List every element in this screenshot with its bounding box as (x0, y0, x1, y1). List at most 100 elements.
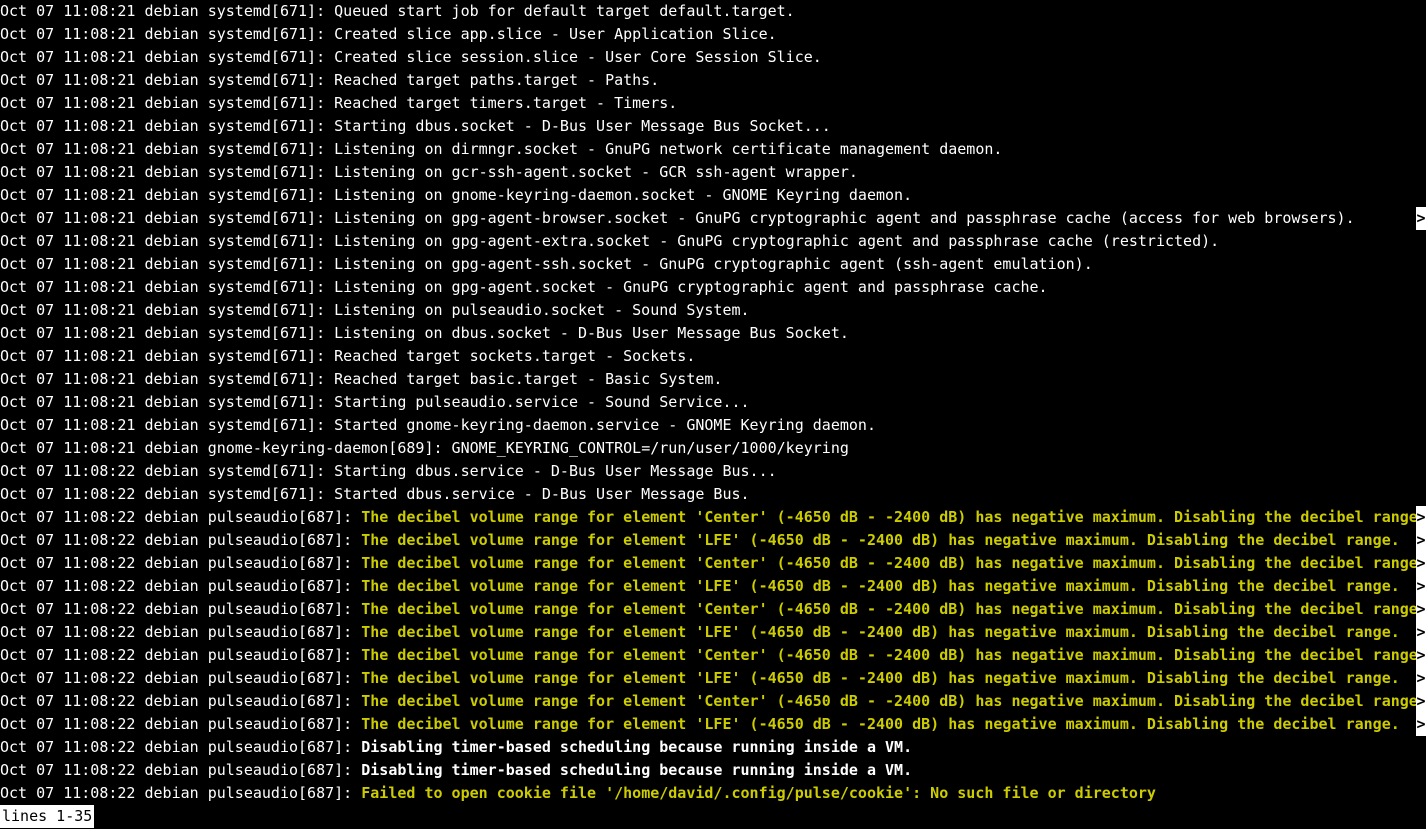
log-line: Oct 07 11:08:21 debian systemd[671]: Lis… (0, 299, 1426, 322)
log-line: Oct 07 11:08:22 debian pulseaudio[687]: … (0, 598, 1426, 621)
log-message: The decibel volume range for element 'Ce… (361, 692, 1426, 710)
log-message: Listening on dbus.socket - D-Bus User Me… (334, 324, 849, 342)
log-message: Created slice app.slice - User Applicati… (334, 25, 777, 43)
log-line: Oct 07 11:08:22 debian pulseaudio[687]: … (0, 575, 1426, 598)
log-message: Listening on gpg-agent-extra.socket - Gn… (334, 232, 1219, 250)
overflow-indicator-icon: > (1416, 621, 1426, 644)
log-message: The decibel volume range for element 'LF… (361, 531, 1400, 549)
log-message: Created slice session.slice - User Core … (334, 48, 822, 66)
log-line: Oct 07 11:08:21 debian systemd[671]: Lis… (0, 161, 1426, 184)
log-line: Oct 07 11:08:21 debian systemd[671]: Rea… (0, 345, 1426, 368)
log-message: Listening on pulseaudio.socket - Sound S… (334, 301, 749, 319)
overflow-indicator-icon: > (1416, 690, 1426, 713)
log-prefix: Oct 07 11:08:21 debian systemd[671]: (0, 140, 334, 158)
log-prefix: Oct 07 11:08:22 debian pulseaudio[687]: (0, 715, 361, 733)
terminal-output[interactable]: Oct 07 11:08:21 debian systemd[671]: Que… (0, 0, 1426, 829)
log-message: Starting dbus.service - D-Bus User Messa… (334, 462, 777, 480)
log-message: Listening on gpg-agent-ssh.socket - GnuP… (334, 255, 1093, 273)
log-prefix: Oct 07 11:08:22 debian pulseaudio[687]: (0, 554, 361, 572)
log-line: Oct 07 11:08:21 debian systemd[671]: Lis… (0, 276, 1426, 299)
log-prefix: Oct 07 11:08:22 debian pulseaudio[687]: (0, 761, 361, 779)
log-message: Listening on gpg-agent.socket - GnuPG cr… (334, 278, 1047, 296)
log-message: Failed to open cookie file '/home/david/… (361, 784, 1156, 802)
log-line: Oct 07 11:08:22 debian systemd[671]: Sta… (0, 483, 1426, 506)
log-message: Listening on gnome-keyring-daemon.socket… (334, 186, 912, 204)
log-message: Listening on gpg-agent-browser.socket - … (334, 209, 1354, 227)
overflow-indicator-icon: > (1416, 598, 1426, 621)
overflow-indicator-icon: > (1416, 667, 1426, 690)
log-prefix: Oct 07 11:08:22 debian pulseaudio[687]: (0, 646, 361, 664)
overflow-indicator-icon: > (1416, 506, 1426, 529)
pager-status-line[interactable]: lines 1-35 (0, 805, 1426, 828)
log-message: The decibel volume range for element 'Ce… (361, 508, 1426, 526)
log-prefix: Oct 07 11:08:21 debian systemd[671]: (0, 278, 334, 296)
log-prefix: Oct 07 11:08:22 debian pulseaudio[687]: (0, 784, 361, 802)
log-prefix: Oct 07 11:08:21 debian systemd[671]: (0, 71, 334, 89)
log-prefix: Oct 07 11:08:21 debian systemd[671]: (0, 416, 334, 434)
log-prefix: Oct 07 11:08:21 debian systemd[671]: (0, 48, 334, 66)
log-prefix: Oct 07 11:08:21 debian systemd[671]: (0, 209, 334, 227)
log-message: The decibel volume range for element 'LF… (361, 577, 1400, 595)
log-prefix: Oct 07 11:08:21 debian systemd[671]: (0, 2, 334, 20)
log-prefix: Oct 07 11:08:22 debian pulseaudio[687]: (0, 692, 361, 710)
log-line: Oct 07 11:08:21 debian systemd[671]: Sta… (0, 115, 1426, 138)
log-line: Oct 07 11:08:22 debian pulseaudio[687]: … (0, 621, 1426, 644)
log-line: Oct 07 11:08:21 debian systemd[671]: Que… (0, 0, 1426, 23)
log-line: Oct 07 11:08:22 debian pulseaudio[687]: … (0, 529, 1426, 552)
log-prefix: Oct 07 11:08:22 debian systemd[671]: (0, 462, 334, 480)
log-message: Reached target basic.target - Basic Syst… (334, 370, 722, 388)
log-prefix: Oct 07 11:08:21 debian systemd[671]: (0, 94, 334, 112)
log-line: Oct 07 11:08:21 debian systemd[671]: Lis… (0, 184, 1426, 207)
log-line: Oct 07 11:08:21 debian systemd[671]: Rea… (0, 92, 1426, 115)
log-line: Oct 07 11:08:21 debian systemd[671]: Rea… (0, 368, 1426, 391)
log-prefix: Oct 07 11:08:21 debian systemd[671]: (0, 393, 334, 411)
log-prefix: Oct 07 11:08:21 debian systemd[671]: (0, 301, 334, 319)
log-line: Oct 07 11:08:22 debian pulseaudio[687]: … (0, 759, 1426, 782)
log-message: Reached target paths.target - Paths. (334, 71, 659, 89)
log-message: Starting dbus.socket - D-Bus User Messag… (334, 117, 831, 135)
log-prefix: Oct 07 11:08:21 debian systemd[671]: (0, 25, 334, 43)
log-message: Listening on dirmngr.socket - GnuPG netw… (334, 140, 1002, 158)
overflow-indicator-icon: > (1416, 575, 1426, 598)
log-line: Oct 07 11:08:22 debian pulseaudio[687]: … (0, 736, 1426, 759)
log-line: Oct 07 11:08:21 debian systemd[671]: Cre… (0, 46, 1426, 69)
log-prefix: Oct 07 11:08:22 debian pulseaudio[687]: (0, 738, 361, 756)
overflow-indicator-icon: > (1416, 529, 1426, 552)
log-line: Oct 07 11:08:21 debian systemd[671]: Sta… (0, 414, 1426, 437)
log-message: The decibel volume range for element 'Ce… (361, 554, 1426, 572)
log-line: Oct 07 11:08:22 debian pulseaudio[687]: … (0, 506, 1426, 529)
log-line: Oct 07 11:08:22 debian pulseaudio[687]: … (0, 644, 1426, 667)
log-prefix: Oct 07 11:08:22 debian pulseaudio[687]: (0, 508, 361, 526)
log-prefix: Oct 07 11:08:21 debian systemd[671]: (0, 117, 334, 135)
log-line: Oct 07 11:08:21 debian systemd[671]: Cre… (0, 23, 1426, 46)
log-line: Oct 07 11:08:21 debian systemd[671]: Lis… (0, 207, 1426, 230)
log-message: The decibel volume range for element 'Ce… (361, 600, 1426, 618)
log-prefix: Oct 07 11:08:22 debian pulseaudio[687]: (0, 600, 361, 618)
log-message: Disabling timer-based scheduling because… (361, 738, 912, 756)
log-line: Oct 07 11:08:21 debian systemd[671]: Rea… (0, 69, 1426, 92)
log-line: Oct 07 11:08:22 debian systemd[671]: Sta… (0, 460, 1426, 483)
log-prefix: Oct 07 11:08:22 debian pulseaudio[687]: (0, 623, 361, 641)
log-message: Started dbus.service - D-Bus User Messag… (334, 485, 749, 503)
log-line: Oct 07 11:08:21 debian systemd[671]: Lis… (0, 230, 1426, 253)
log-line: Oct 07 11:08:21 debian systemd[671]: Sta… (0, 391, 1426, 414)
log-message: The decibel volume range for element 'LF… (361, 669, 1400, 687)
log-prefix: Oct 07 11:08:21 debian systemd[671]: (0, 163, 334, 181)
log-line: Oct 07 11:08:21 debian gnome-keyring-dae… (0, 437, 1426, 460)
log-line: Oct 07 11:08:21 debian systemd[671]: Lis… (0, 253, 1426, 276)
log-line: Oct 07 11:08:22 debian pulseaudio[687]: … (0, 690, 1426, 713)
overflow-indicator-icon: > (1416, 207, 1426, 230)
log-message: Reached target timers.target - Timers. (334, 94, 677, 112)
log-prefix: Oct 07 11:08:21 debian systemd[671]: (0, 232, 334, 250)
log-prefix: Oct 07 11:08:21 debian gnome-keyring-dae… (0, 439, 452, 457)
log-prefix: Oct 07 11:08:21 debian systemd[671]: (0, 255, 334, 273)
log-prefix: Oct 07 11:08:21 debian systemd[671]: (0, 186, 334, 204)
log-prefix: Oct 07 11:08:21 debian systemd[671]: (0, 370, 334, 388)
log-message: The decibel volume range for element 'LF… (361, 715, 1400, 733)
overflow-indicator-icon: > (1416, 644, 1426, 667)
overflow-indicator-icon: > (1416, 552, 1426, 575)
pager-status: lines 1-35 (0, 805, 94, 828)
log-message: The decibel volume range for element 'LF… (361, 623, 1400, 641)
log-message: GNOME_KEYRING_CONTROL=/run/user/1000/key… (452, 439, 849, 457)
log-prefix: Oct 07 11:08:21 debian systemd[671]: (0, 324, 334, 342)
